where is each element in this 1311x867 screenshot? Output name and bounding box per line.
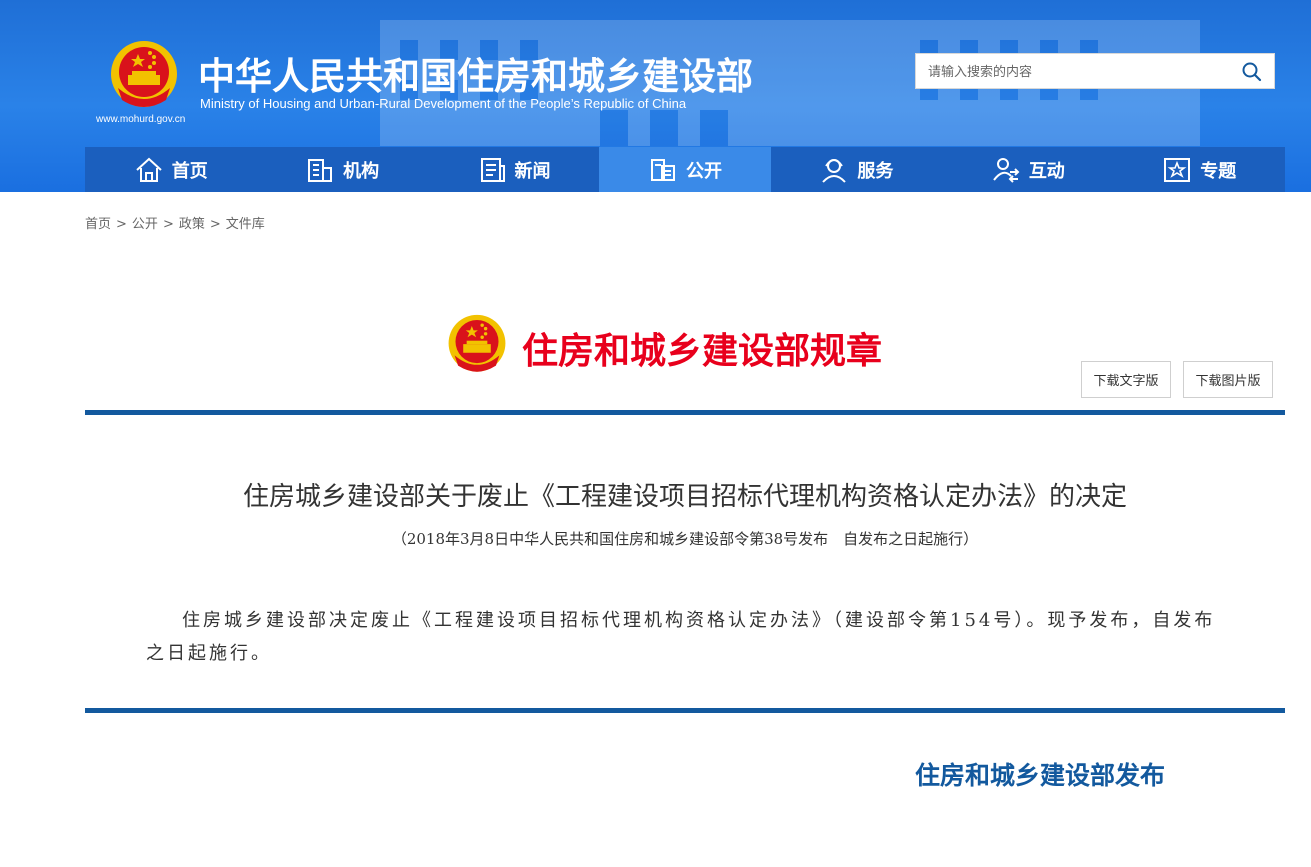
- search-box: [915, 53, 1275, 90]
- site-title: 中华人民共和国住房和城乡建设部: [198, 55, 753, 98]
- nav-item-news[interactable]: 新闻: [428, 147, 599, 192]
- search-icon[interactable]: [1240, 60, 1264, 84]
- document-subtitle: （2018年3月8日中华人民共和国住房和城乡建设部令第38号发布 自发布之日起施…: [391, 530, 979, 548]
- nav-item-home[interactable]: 首页: [85, 147, 256, 192]
- main-nav: 首页 机构 新闻 公开 服务 互动 专题: [85, 147, 1285, 192]
- nav-item-service[interactable]: 服务: [771, 147, 942, 192]
- breadcrumb-policy[interactable]: 政策: [179, 217, 205, 232]
- nav-item-disclosure[interactable]: 公开: [599, 147, 771, 192]
- download-text-button[interactable]: 下载文字版: [1081, 361, 1171, 398]
- national-emblem-icon: [448, 314, 506, 372]
- site-title-english: Ministry of Housing and Urban-Rural Deve…: [200, 96, 687, 111]
- topic-icon: [1164, 157, 1191, 182]
- national-emblem-icon: [111, 41, 177, 107]
- home-icon: [136, 157, 162, 182]
- divider-top: [85, 410, 1285, 415]
- nav-item-label: 机构: [343, 160, 380, 182]
- breadcrumb-home[interactable]: 首页: [85, 217, 111, 232]
- breadcrumb-separator: >: [209, 217, 221, 232]
- document-issuer: 住房和城乡建设部发布: [915, 761, 1166, 790]
- breadcrumb-disclosure[interactable]: 公开: [132, 217, 158, 232]
- news-icon: [480, 157, 505, 182]
- nav-item-label: 互动: [1028, 160, 1065, 182]
- nav-item-organization[interactable]: 机构: [256, 147, 427, 192]
- breadcrumb-file-library[interactable]: 文件库: [226, 217, 265, 232]
- disclosure-icon: [650, 158, 675, 181]
- download-image-button[interactable]: 下载图片版: [1183, 361, 1273, 398]
- search-input[interactable]: [926, 54, 1230, 90]
- breadcrumb: 首页 > 公开 > 政策 > 文件库: [85, 213, 265, 232]
- nav-item-label: 服务: [857, 160, 894, 182]
- divider-bottom: [85, 708, 1285, 713]
- nav-item-label: 新闻: [514, 160, 551, 182]
- breadcrumb-separator: >: [116, 217, 127, 232]
- site-url: www.mohurd.gov.cn: [96, 114, 186, 125]
- document-type-heading: 住房和城乡建设部规章: [522, 331, 883, 372]
- breadcrumb-separator: >: [162, 217, 174, 232]
- interaction-icon: [993, 157, 1020, 183]
- nav-item-label: 公开: [685, 160, 722, 182]
- document-body: 住房城乡建设部决定废止《工程建设项目招标代理机构资格认定办法》（建设部令第154…: [146, 610, 1216, 664]
- service-icon: [822, 158, 847, 183]
- nav-item-topic[interactable]: 专题: [1114, 147, 1285, 192]
- nav-item-label: 专题: [1200, 160, 1237, 182]
- nav-item-interaction[interactable]: 互动: [942, 147, 1113, 192]
- building-icon: [308, 158, 333, 182]
- nav-item-label: 首页: [171, 160, 208, 182]
- document-title: 住房城乡建设部关于废止《工程建设项目招标代理机构资格认定办法》的决定: [242, 482, 1127, 512]
